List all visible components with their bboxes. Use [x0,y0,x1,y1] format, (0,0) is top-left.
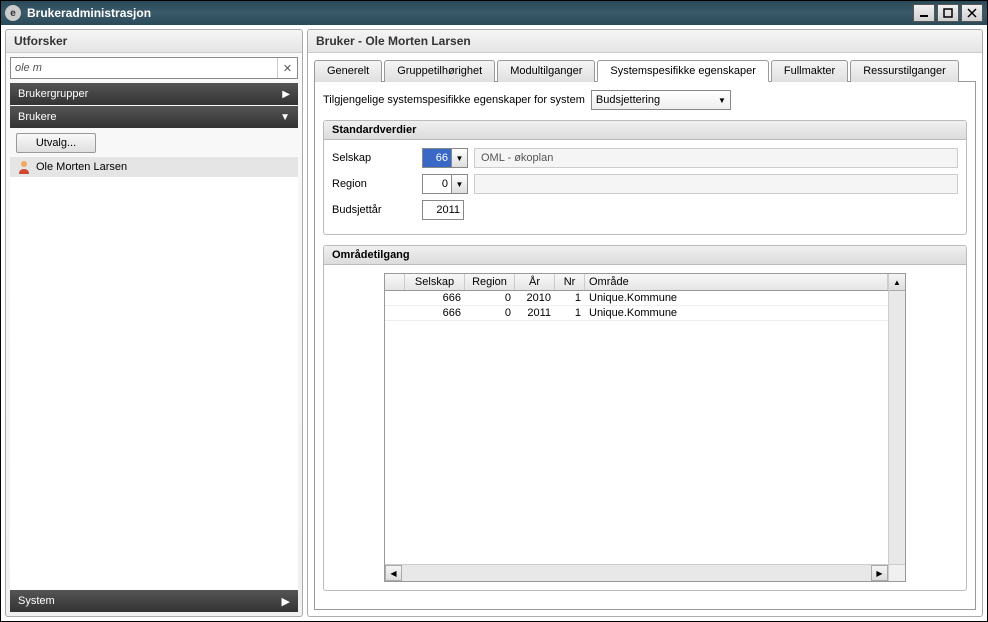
nav-label: Brukergrupper [18,88,88,100]
scroll-right-icon[interactable]: ▶ [871,565,888,581]
chevron-down-icon: ▼ [718,96,726,105]
search-input[interactable] [11,58,277,78]
sidebar: Utforsker ✕ Brukergrupper ▶ Brukere ▼ Ut… [5,29,303,617]
utvalg-button[interactable]: Utvalg... [16,133,96,153]
col-ar[interactable]: År [515,274,555,290]
grid-header: Selskap Region År Nr Område [385,274,888,291]
omradetilgang-group: Områdetilgang Selskap Region [323,245,967,591]
system-select[interactable]: Budsjettering ▼ [591,90,731,110]
selskap-label: Selskap [332,152,422,164]
tab-generelt[interactable]: Generelt [314,60,382,82]
selskap-dropdown-button[interactable]: ▼ [452,148,468,168]
region-dropdown-button[interactable]: ▼ [452,174,468,194]
grid-row[interactable]: 666 0 2011 1 Unique.Kommune [385,306,888,321]
col-nr[interactable]: Nr [555,274,585,290]
titlebar: e Brukeradministrasjon [1,1,987,25]
vertical-scrollbar[interactable]: ▲ [888,274,905,564]
user-icon [16,159,32,175]
budsjettar-input[interactable] [422,200,464,220]
chevron-right-icon: ▶ [282,89,290,100]
nav-label: Brukere [18,111,57,123]
nav-brukere[interactable]: Brukere ▼ [10,106,298,128]
region-input[interactable] [422,174,452,194]
selskap-description: OML - økoplan [474,148,958,168]
omrade-grid: Selskap Region År Nr Område [384,273,906,582]
chevron-right-icon: ▶ [282,595,290,608]
system-select-label: Tilgjengelige systemspesifikke egenskape… [323,94,585,106]
app-icon: e [5,5,21,21]
col-omrade[interactable]: Område [585,274,888,290]
nav-brukergrupper[interactable]: Brukergrupper ▶ [10,83,298,105]
clear-search-button[interactable]: ✕ [277,58,297,78]
tab-fullmakter[interactable]: Fullmakter [771,60,848,82]
content-title: Bruker - Ole Morten Larsen [308,30,982,53]
content-panel: Bruker - Ole Morten Larsen Generelt Grup… [307,29,983,617]
user-list: Ole Morten Larsen [10,157,298,590]
horizontal-scrollbar[interactable]: ◀ ▶ [385,564,888,581]
app-window: e Brukeradministrasjon Utforsker ✕ [0,0,988,622]
minimize-button[interactable] [913,4,935,22]
window-title: Brukeradministrasjon [27,6,913,20]
maximize-button[interactable] [937,4,959,22]
selskap-input[interactable] [422,148,452,168]
nav-label: System [18,595,55,607]
budsjettar-label: Budsjettår [332,204,422,216]
tab-ressurstilganger[interactable]: Ressurstilganger [850,60,959,82]
tab-gruppetilhorighet[interactable]: Gruppetilhørighet [384,60,495,82]
scroll-up-icon[interactable]: ▲ [889,274,905,291]
user-name: Ole Morten Larsen [36,161,127,173]
col-region[interactable]: Region [465,274,515,290]
scroll-left-icon[interactable]: ◀ [385,565,402,581]
col-selskap[interactable]: Selskap [405,274,465,290]
tab-systemspesifikke[interactable]: Systemspesifikke egenskaper [597,60,769,82]
tab-modultilganger[interactable]: Modultilganger [497,60,595,82]
sidebar-title: Utforsker [6,30,302,53]
fieldset-legend: Områdetilgang [324,246,966,265]
fieldset-legend: Standardverdier [324,121,966,140]
close-button[interactable] [961,4,983,22]
grid-body: 666 0 2010 1 Unique.Kommune [385,291,888,564]
standardverdier-group: Standardverdier Selskap ▼ OML - økoplan … [323,120,967,235]
tab-content: Tilgjengelige systemspesifikke egenskape… [314,82,976,610]
region-description [474,174,958,194]
nav-system[interactable]: System ▶ [10,590,298,612]
user-item[interactable]: Ole Morten Larsen [10,157,298,177]
region-label: Region [332,178,422,190]
chevron-down-icon: ▼ [280,112,290,123]
search-box: ✕ [10,57,298,79]
grid-row[interactable]: 666 0 2010 1 Unique.Kommune [385,291,888,306]
tab-bar: Generelt Gruppetilhørighet Modultilgange… [314,59,976,82]
